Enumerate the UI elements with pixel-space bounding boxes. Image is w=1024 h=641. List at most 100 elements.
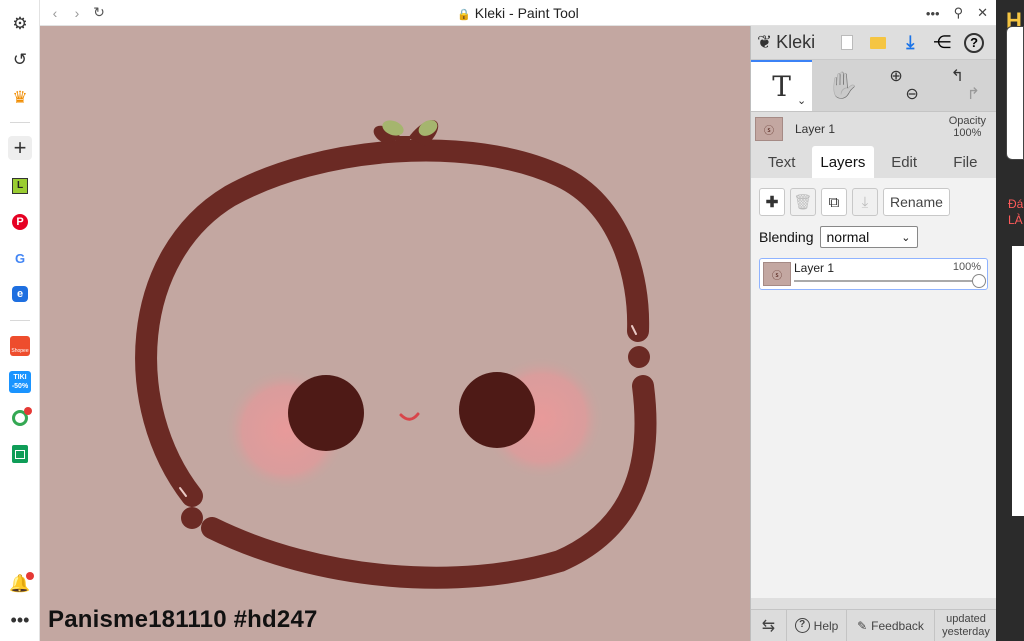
tab-text[interactable]: Text — [751, 146, 812, 178]
help-circle-icon: ? — [794, 618, 810, 633]
adjacent-box — [1006, 26, 1024, 160]
pin-icon[interactable]: ⚲ — [954, 5, 964, 21]
slider-knob[interactable] — [972, 274, 986, 288]
sheets-icon[interactable] — [8, 442, 32, 466]
open-folder-icon[interactable] — [863, 28, 895, 58]
text-tool-icon: T — [772, 70, 791, 103]
browser-topbar: ‹ › ↻ 🔒 Kleki - Paint Tool ••• ⚲ ✕ — [40, 0, 996, 26]
crown-icon[interactable]: ♛ — [8, 86, 32, 110]
left-eye — [288, 375, 364, 451]
pinterest-icon[interactable]: P — [8, 210, 32, 234]
adjacent-window-strip: H Đá LÀ — [996, 0, 1024, 641]
tab-edit[interactable]: Edit — [874, 146, 935, 178]
plus-icon[interactable]: + — [8, 135, 32, 160]
outline-dot-right — [628, 346, 650, 368]
zoom-out-icon[interactable]: ⊖ — [905, 86, 918, 104]
trash-icon: 🗑 — [793, 194, 813, 211]
gear-icon[interactable]: ⚙ — [8, 12, 32, 36]
adjacent-red-text: Đá LÀ — [1008, 197, 1024, 227]
merge-icon: ⤓ — [861, 193, 869, 211]
blending-value: normal — [826, 229, 870, 245]
swap-icon: ⇆ — [761, 617, 776, 635]
hand-tool-button[interactable]: ✋ — [812, 60, 873, 111]
layer-thumbnail: ⓢ — [755, 117, 783, 141]
sidebar-divider — [10, 122, 30, 123]
share-icon[interactable]: ⋲ — [926, 28, 958, 58]
help-icon[interactable]: ? — [958, 28, 990, 58]
download-icon[interactable]: ⤓ — [894, 28, 926, 58]
kleki-logo-icon: ❦ — [757, 32, 773, 52]
feedback-icon: ✎ — [857, 618, 868, 633]
hand-icon: ✋ — [826, 70, 860, 100]
opacity-readout: Opacity 100% — [949, 115, 986, 139]
right-eye — [459, 372, 535, 448]
redo-icon[interactable]: ↱ — [967, 86, 980, 104]
page-title: 🔒 Kleki - Paint Tool — [40, 5, 996, 21]
panel-footer: ⇆ ? Help ✎ Feedback updated yesterday — [751, 609, 997, 641]
blending-label: Blending — [759, 229, 814, 245]
chevron-down-icon: ⌄ — [797, 95, 807, 107]
browser-sidebar: ⚙ ↺ ♛ + L P G e Shopee TIKI -50% 🔔 ••• — [0, 0, 40, 641]
rename-button[interactable]: Rename — [883, 188, 950, 216]
l-app-icon[interactable]: L — [8, 174, 32, 198]
feedback-button[interactable]: ✎ Feedback — [847, 610, 935, 641]
layer-item[interactable]: ⓢ Layer 1 100% — [759, 258, 988, 290]
blending-row: Blending normal ⌄ — [759, 226, 988, 248]
kleki-panel: ❦ Kleki ⤓ ⋲ ? T ⌄ ✋ ⊕ ⊖ ↰ ↱ ⓢ Layer 1 Op… — [750, 26, 997, 641]
feedback-label: Feedback — [871, 618, 924, 633]
more-options-icon[interactable]: ••• — [926, 6, 940, 21]
help-label: Help — [813, 618, 839, 633]
opacity-value: 100% — [953, 127, 982, 139]
zoom-buttons: ⊕ ⊖ — [874, 60, 935, 111]
screen: ⚙ ↺ ♛ + L P G e Shopee TIKI -50% 🔔 ••• ‹… — [0, 0, 1024, 641]
close-icon[interactable]: ✕ — [977, 5, 988, 21]
duplicate-icon: ⧉ — [828, 193, 840, 211]
layers-tab-content: ✚ 🗑 ⧉ ⤓ Rename Blending normal ⌄ ⓢ Layer… — [751, 178, 996, 598]
undo-icon[interactable]: ↰ — [951, 68, 964, 86]
tiki-icon[interactable]: TIKI -50% — [8, 370, 32, 394]
layer-actions: ✚ 🗑 ⧉ ⤓ Rename — [759, 188, 988, 216]
kleki-logo: ❦ Kleki — [757, 32, 823, 53]
watermark-text: Panisme181110 #hd247 — [48, 606, 318, 633]
blending-select[interactable]: normal ⌄ — [819, 226, 918, 248]
undo-redo-buttons: ↰ ↱ — [935, 60, 996, 111]
merge-down-button[interactable]: ⤓ — [852, 188, 878, 216]
mouth — [399, 412, 420, 421]
tab-file[interactable]: File — [935, 146, 996, 178]
swap-side-button[interactable]: ⇆ — [751, 610, 787, 641]
shopee-icon[interactable]: Shopee — [8, 334, 32, 358]
zoom-in-icon[interactable]: ⊕ — [889, 68, 902, 86]
maps-icon[interactable] — [8, 406, 32, 430]
delete-layer-button[interactable]: 🗑 — [790, 188, 816, 216]
logo-text: Kleki — [776, 32, 816, 52]
adjacent-panel — [1012, 246, 1024, 516]
help-button[interactable]: ? Help — [787, 610, 847, 641]
layer-opacity-slider[interactable] — [794, 274, 986, 288]
edge-icon[interactable]: e — [8, 282, 32, 306]
more-icon[interactable]: ••• — [8, 608, 32, 632]
layer-thumbnail: ⓢ — [763, 262, 791, 286]
layer-item-opacity: 100% — [952, 261, 981, 273]
opacity-label: Opacity — [948, 115, 986, 127]
panel-tabs: Text Layers Edit File — [751, 146, 996, 178]
text-tool-button[interactable]: T ⌄ — [751, 60, 813, 111]
new-file-icon[interactable] — [831, 28, 863, 58]
duplicate-layer-button[interactable]: ⧉ — [821, 188, 847, 216]
lock-icon: 🔒 — [457, 8, 471, 21]
layer-item-name: Layer 1 — [794, 261, 835, 275]
panel-header: ❦ Kleki ⤓ ⋲ ? — [751, 26, 996, 60]
chevron-down-icon: ⌄ — [901, 231, 911, 244]
bell-icon[interactable]: 🔔 — [8, 572, 34, 596]
outline-dot-left — [181, 507, 203, 529]
tab-layers[interactable]: Layers — [812, 146, 874, 178]
plus-icon: ✚ — [765, 194, 779, 211]
toolbar: T ⌄ ✋ ⊕ ⊖ ↰ ↱ — [751, 60, 996, 112]
drawing-canvas[interactable]: Panisme181110 #hd247 — [40, 26, 750, 641]
add-layer-button[interactable]: ✚ — [759, 188, 785, 216]
history-icon[interactable]: ↺ — [8, 48, 32, 72]
current-layer-name: Layer 1 — [795, 122, 836, 136]
current-layer-row: ⓢ Layer 1 Opacity 100% — [751, 112, 996, 146]
sidebar-divider — [10, 320, 30, 321]
google-icon[interactable]: G — [8, 246, 32, 270]
drawing-artwork — [135, 120, 657, 589]
